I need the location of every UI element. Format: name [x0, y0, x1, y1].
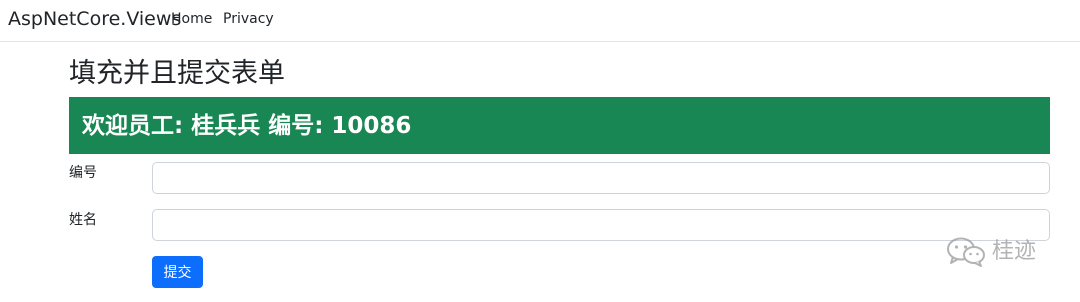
employee-id-input[interactable]	[152, 162, 1050, 194]
employee-id-label: 编号	[69, 165, 97, 181]
brand-link[interactable]: AspNetCore.Views	[8, 7, 181, 31]
nav-privacy-link[interactable]: Privacy	[223, 10, 274, 28]
watermark: 桂迹	[946, 236, 1036, 268]
welcome-banner: 欢迎员工: 桂兵兵 编号: 10086	[69, 97, 1050, 154]
submit-button[interactable]: 提交	[152, 256, 203, 288]
employee-name-label: 姓名	[69, 212, 97, 228]
nav-home-link[interactable]: Home	[171, 10, 212, 28]
page-title: 填充并且提交表单	[69, 58, 285, 89]
employee-name-input[interactable]	[152, 209, 1050, 241]
wechat-icon	[946, 236, 986, 268]
watermark-text: 桂迹	[992, 239, 1037, 264]
welcome-banner-text: 欢迎员工: 桂兵兵 编号: 10086	[82, 112, 412, 139]
top-navbar: AspNetCore.Views Home Privacy	[0, 0, 1080, 42]
